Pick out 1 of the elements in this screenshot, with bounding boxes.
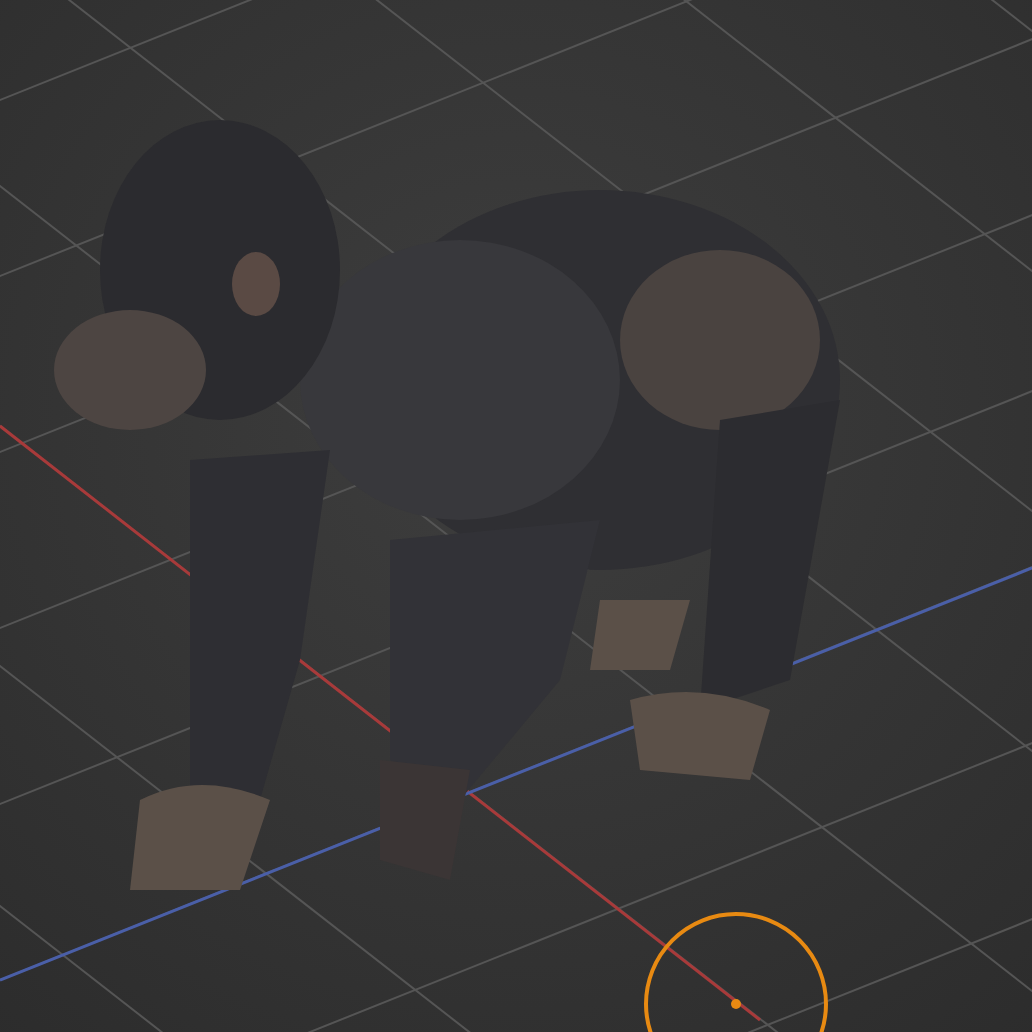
3d-cursor-icon[interactable]	[644, 912, 828, 1032]
